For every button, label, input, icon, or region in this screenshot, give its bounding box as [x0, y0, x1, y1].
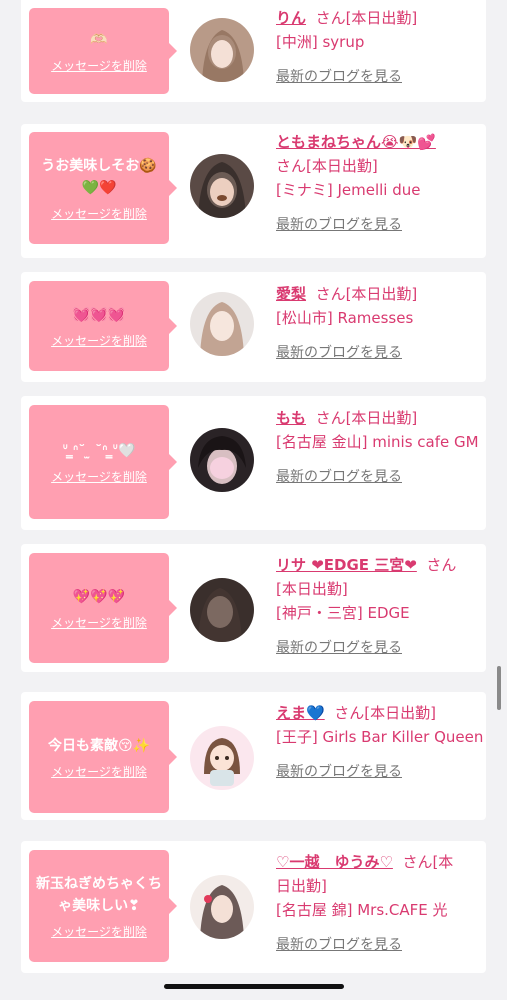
message-card: 今日も素敵😚✨ メッセージを削除 えま💙 さん[本日出勤] [王子] Girls…: [21, 692, 486, 820]
cast-name-link[interactable]: もも: [276, 409, 306, 427]
message-card: 新玉ねぎめちゃくちゃ美味しい❣ メッセージを削除 ♡一越 ゆうみ♡ さん[本 日…: [21, 841, 486, 973]
message-text: 💖💖💖: [72, 588, 126, 605]
cast-info: ♡一越 ゆうみ♡ さん[本 日出勤] [名古屋 錦] Mrs.CAFE 光 最新…: [276, 850, 486, 957]
message-text: うお美味しそお🍪💚❤️: [41, 157, 157, 196]
shop-name: [ミナミ] Jemelli due: [276, 181, 421, 199]
message-bubble: 今日も素敵😚✨ メッセージを削除: [29, 701, 177, 813]
status-text: [本日出勤]: [276, 580, 348, 598]
status-text: さん[本日出勤]: [276, 157, 378, 175]
shop-name: [名古屋 錦] Mrs.CAFE 光: [276, 901, 448, 919]
message-bubble: 新玉ねぎめちゃくちゃ美味しい❣ メッセージを削除: [29, 850, 177, 962]
cast-name-link[interactable]: ともまねちゃん😭🐶💕: [276, 133, 436, 151]
blog-link[interactable]: 最新のブログを見る: [276, 345, 402, 361]
avatar[interactable]: [190, 726, 254, 790]
cast-info: もも さん[本日出勤] [名古屋 金山] minis cafe GM 最新のブロ…: [276, 406, 486, 489]
message-bubble: 🫶🏻 メッセージを削除: [29, 8, 177, 94]
cast-name-link[interactable]: ♡一越 ゆうみ♡: [276, 853, 393, 871]
cast-info: りん さん[本日出勤] [中洲] syrup 最新のブログを見る: [276, 6, 486, 89]
status-text: さん[本日出勤]: [315, 285, 418, 303]
message-text: 🫶🏻: [90, 31, 108, 48]
status-text: 日出勤]: [276, 877, 327, 895]
delete-message-link[interactable]: メッセージを削除: [51, 205, 147, 222]
delete-message-link[interactable]: メッセージを削除: [51, 614, 147, 631]
shop-name: [神戸・三宮] EDGE: [276, 604, 410, 622]
delete-message-link[interactable]: メッセージを削除: [51, 468, 147, 485]
status-text: さん[本: [402, 853, 454, 871]
blog-link[interactable]: 最新のブログを見る: [276, 69, 402, 85]
shop-name: [中洲] syrup: [276, 33, 365, 51]
message-text: 💓💓💓: [72, 306, 126, 323]
message-bubble: うお美味しそお🍪💚❤️ メッセージを削除: [29, 132, 177, 244]
status-text: さん: [426, 556, 457, 574]
status-text: さん[本日出勤]: [315, 409, 418, 427]
blog-link[interactable]: 最新のブログを見る: [276, 937, 402, 953]
message-card: 💓💓💓 メッセージを削除 愛梨 さん[本日出勤] [松山市] Ramesses …: [21, 272, 486, 382]
status-text: さん[本日出勤]: [315, 9, 418, 27]
home-indicator: [164, 984, 344, 989]
message-card: 💖💖💖 メッセージを削除 リサ ❤EDGE 三宮❤ さん [本日出勤] [神戸・…: [21, 544, 486, 672]
message-card: 🫶🏻 メッセージを削除 りん さん[本日出勤] [中洲] syrup 最新のブロ…: [21, 0, 486, 102]
delete-message-link[interactable]: メッセージを削除: [51, 923, 147, 940]
cast-name-link[interactable]: りん: [276, 9, 306, 27]
message-text: ᐡ ̳ᐢ˘ ̫ ˘ᐢ ̳ᐡ🤍: [62, 442, 136, 459]
blog-link[interactable]: 最新のブログを見る: [276, 640, 402, 656]
avatar[interactable]: [190, 578, 254, 642]
cast-info: リサ ❤EDGE 三宮❤ さん [本日出勤] [神戸・三宮] EDGE 最新のブ…: [276, 553, 486, 660]
message-bubble: 💖💖💖 メッセージを削除: [29, 553, 177, 663]
avatar[interactable]: [190, 18, 254, 82]
delete-message-link[interactable]: メッセージを削除: [51, 763, 147, 780]
cast-info: ともまねちゃん😭🐶💕 さん[本日出勤] [ミナミ] Jemelli due 最新…: [276, 130, 486, 237]
delete-message-link[interactable]: メッセージを削除: [51, 57, 147, 74]
avatar[interactable]: [190, 154, 254, 218]
blog-link[interactable]: 最新のブログを見る: [276, 217, 402, 233]
scrollbar[interactable]: [497, 666, 501, 710]
shop-name: [名古屋 金山] minis cafe GM: [276, 433, 479, 451]
cast-name-link[interactable]: えま💙: [276, 704, 325, 722]
shop-name: [松山市] Ramesses: [276, 309, 414, 327]
avatar[interactable]: [190, 428, 254, 492]
shop-name: [王子] Girls Bar Killer Queen: [276, 728, 484, 746]
status-text: さん[本日出勤]: [334, 704, 436, 722]
message-text: 今日も素敵😚✨: [47, 737, 151, 754]
cast-info: えま💙 さん[本日出勤] [王子] Girls Bar Killer Queen…: [276, 701, 486, 784]
cast-name-link[interactable]: 愛梨: [276, 285, 306, 303]
message-card: うお美味しそお🍪💚❤️ メッセージを削除 ともまねちゃん😭🐶💕 さん[本日出勤]…: [21, 124, 486, 258]
message-bubble: ᐡ ̳ᐢ˘ ̫ ˘ᐢ ̳ᐡ🤍 メッセージを削除: [29, 405, 177, 519]
delete-message-link[interactable]: メッセージを削除: [51, 332, 147, 349]
message-text: 新玉ねぎめちゃくちゃ美味しい❣: [36, 875, 162, 914]
message-card: ᐡ ̳ᐢ˘ ̫ ˘ᐢ ̳ᐡ🤍 メッセージを削除 もも さん[本日出勤] [名古屋…: [21, 396, 486, 530]
blog-link[interactable]: 最新のブログを見る: [276, 469, 402, 485]
cast-name-link[interactable]: リサ ❤EDGE 三宮❤: [276, 556, 417, 574]
avatar[interactable]: [190, 292, 254, 356]
message-bubble: 💓💓💓 メッセージを削除: [29, 281, 177, 371]
blog-link[interactable]: 最新のブログを見る: [276, 764, 402, 780]
cast-info: 愛梨 さん[本日出勤] [松山市] Ramesses 最新のブログを見る: [276, 282, 486, 365]
avatar[interactable]: [190, 875, 254, 939]
